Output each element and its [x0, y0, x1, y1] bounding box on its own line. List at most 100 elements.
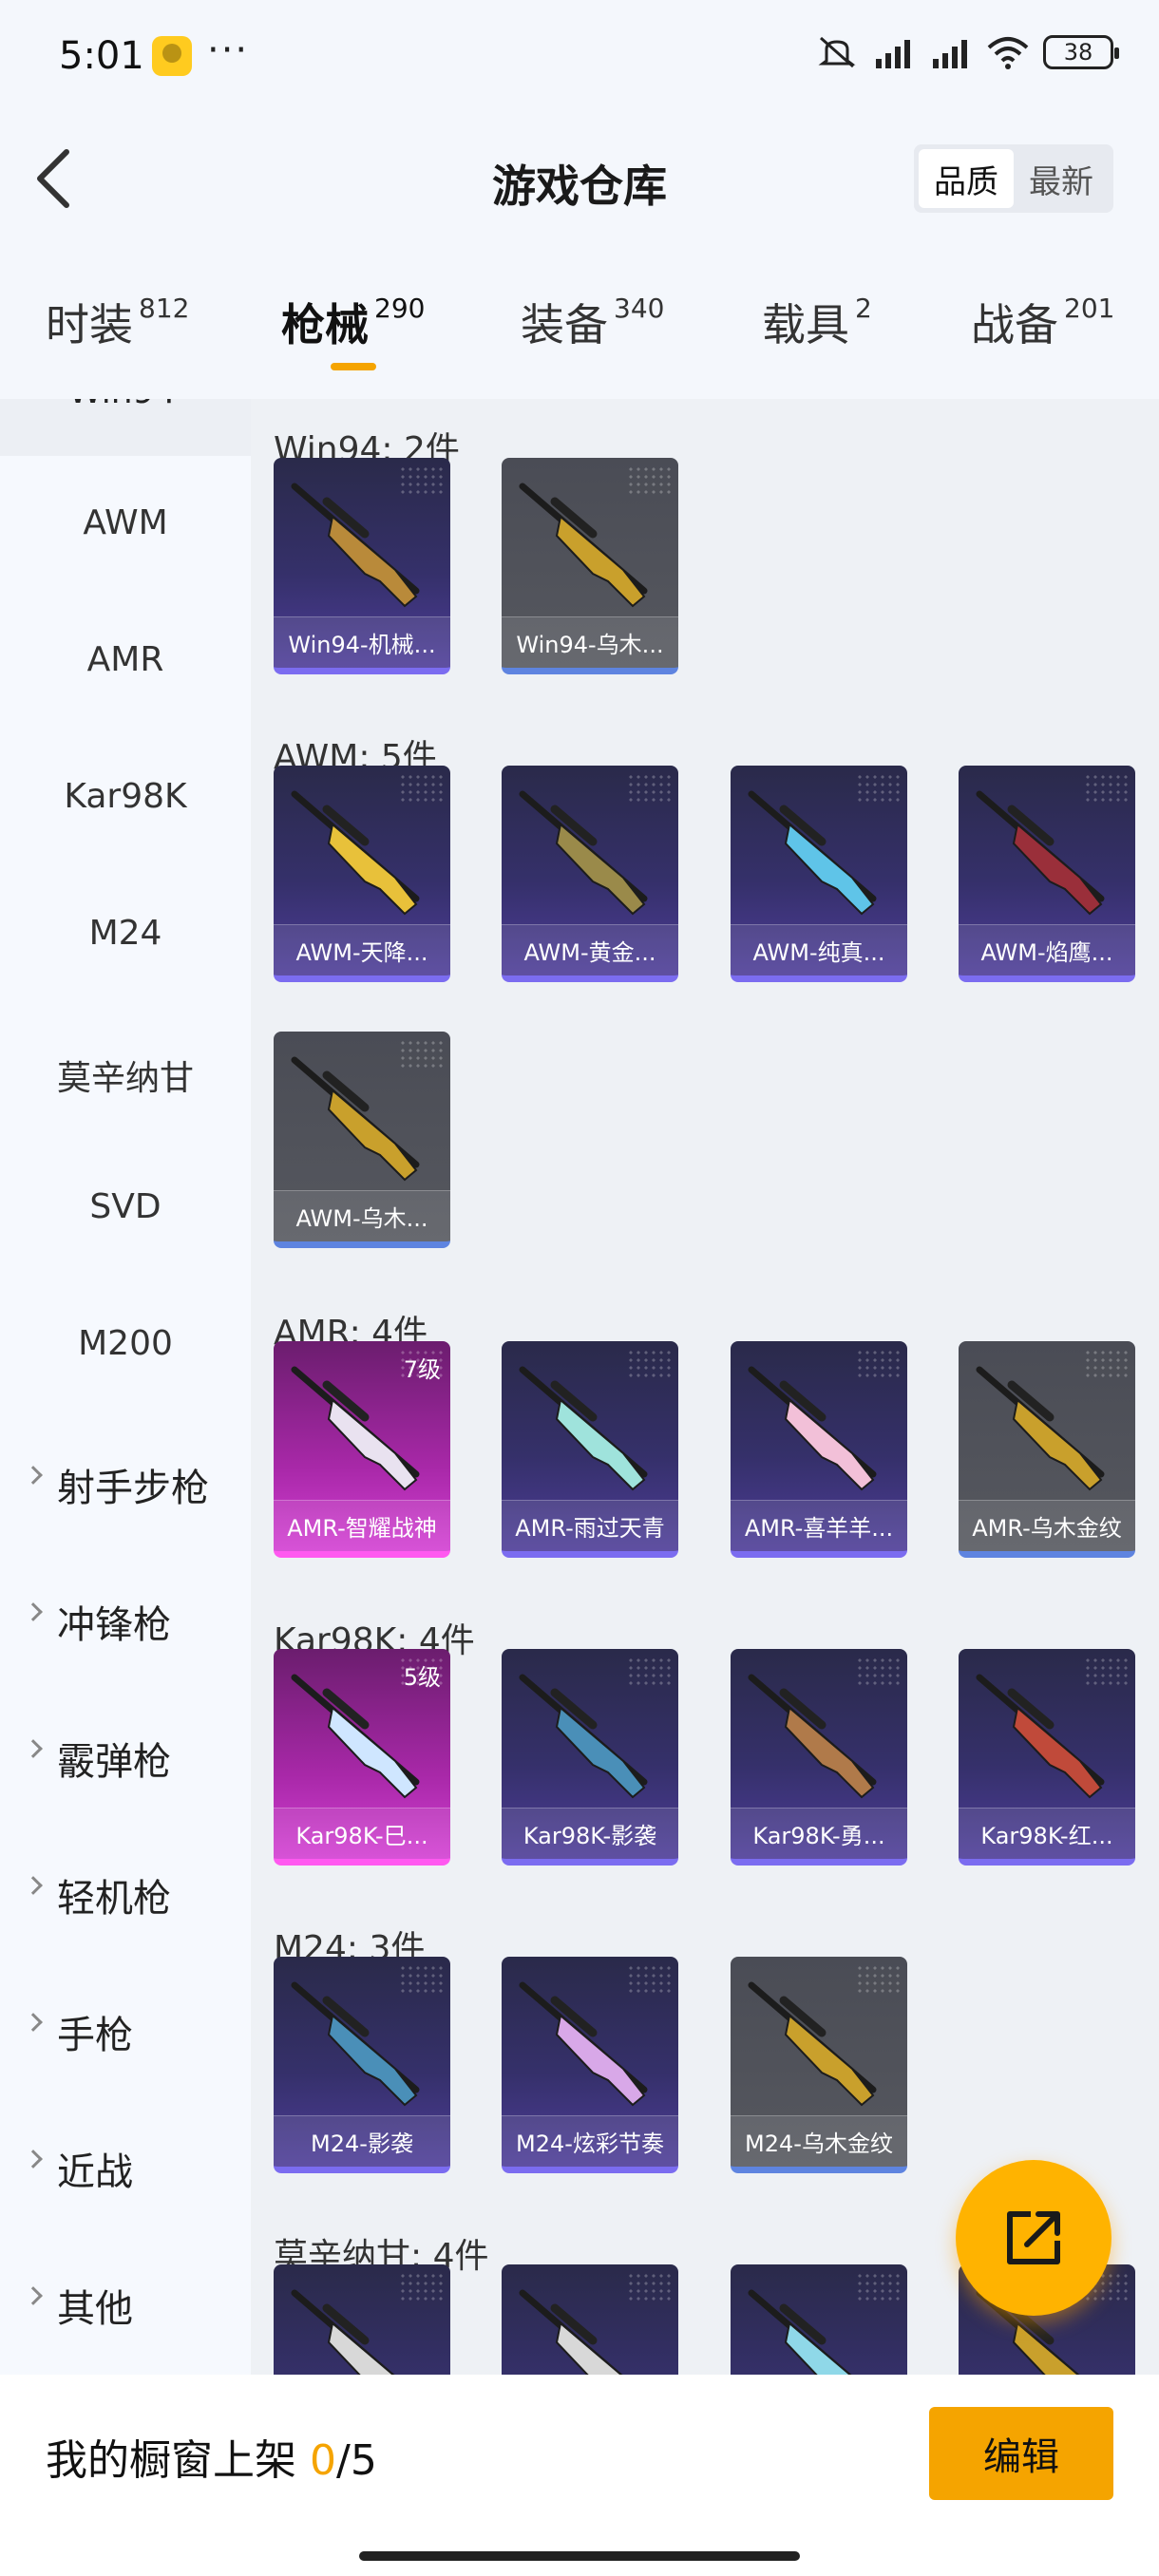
weapon-card[interactable]: AWM-焰鹰...: [959, 766, 1135, 982]
chevron-right-icon: [24, 1466, 43, 1485]
tab-guns[interactable]: 枪械 290: [281, 291, 425, 353]
weapon-card[interactable]: AMR-雨过天青: [502, 1341, 678, 1558]
rifle-icon: [291, 483, 420, 608]
sidebar-item-kar98k[interactable]: Kar98K: [0, 777, 251, 816]
weapon-card[interactable]: AMR-喜羊羊...: [731, 1341, 907, 1558]
weapon-name: AWM-纯真...: [731, 924, 907, 975]
weapon-card[interactable]: AWM-黄金...: [502, 766, 678, 982]
weapon-name: Kar98K-勇...: [731, 1808, 907, 1859]
tab-count: 812: [139, 293, 190, 324]
status-time: 5:01: [59, 34, 144, 78]
rifle-icon: [748, 2289, 852, 2375]
weapon-name: M24-影袭: [274, 2115, 450, 2167]
edit-button[interactable]: 编辑: [929, 2407, 1113, 2500]
weapon-list: Win94: 2件 Win94-机械... Win94-乌木... AWM: 5件 AW…: [251, 399, 1159, 2375]
sidebar-category-label: 冲锋枪: [57, 1603, 171, 1647]
tab-label: 战备: [971, 299, 1058, 350]
rifle-icon: [291, 1056, 420, 1182]
sidebar-category-label: 近战: [57, 2150, 133, 2194]
signal-icon-2: [933, 40, 967, 68]
sidebar-item-svd[interactable]: SVD: [0, 1187, 251, 1226]
showcase-label: 我的橱窗上架: [46, 2436, 296, 2485]
weapon-name: AWM-焰鹰...: [959, 924, 1135, 975]
weapon-card[interactable]: M24-炫彩节奏: [502, 1957, 678, 2173]
weapon-name: Win94-机械...: [274, 616, 450, 668]
tab-label: 时装: [46, 299, 133, 350]
sidebar-item-m24[interactable]: M24: [0, 914, 251, 953]
sidebar-item-m200[interactable]: M200: [0, 1324, 251, 1363]
category-tabs: 时装 812 枪械 290 装备 340 载具 2 战备 201: [0, 247, 1159, 399]
weapon-name: M24-乌木金纹: [731, 2115, 907, 2167]
weapon-name: AWM-乌木...: [274, 1190, 450, 1241]
rifle-icon: [291, 1981, 420, 2107]
tab-equipment[interactable]: 装备 340: [521, 291, 664, 353]
share-fab[interactable]: [956, 2160, 1112, 2316]
rifle-icon: [519, 790, 648, 916]
showcase-current-count: 0: [310, 2436, 336, 2485]
rifle-icon: [748, 1981, 877, 2107]
weapon-name: AMR-智耀战神: [274, 1500, 450, 1551]
weapon-card[interactable]: 7级 AMR-智耀战神: [274, 1341, 450, 1558]
sidebar-item-amr[interactable]: AMR: [0, 640, 251, 679]
sort-newest-button[interactable]: 最新: [1014, 149, 1109, 208]
active-tab-indicator: [331, 363, 376, 370]
rifle-icon: [748, 1366, 877, 1491]
sidebar-item-label: Win94: [68, 399, 176, 411]
weapon-card[interactable]: Kar98K-影袭: [502, 1649, 678, 1866]
weapon-card[interactable]: Win94-机械...: [274, 458, 450, 674]
home-indicator: [359, 2551, 800, 2561]
weapon-card[interactable]: AWM-纯真...: [731, 766, 907, 982]
status-bar: 5:01 ··· 38: [0, 0, 1159, 114]
weapon-card[interactable]: Win94-乌木...: [502, 458, 678, 674]
tab-supplies[interactable]: 战备 201: [971, 291, 1114, 353]
weapon-card[interactable]: AMR-乌木金纹: [959, 1341, 1135, 1558]
mute-icon: [818, 36, 856, 68]
weapon-name: M24-炫彩节奏: [502, 2115, 678, 2167]
header: 游戏仓库 品质 最新: [0, 114, 1159, 247]
rifle-icon: [519, 2289, 623, 2375]
sidebar-item-win94[interactable]: Win94: [0, 399, 251, 456]
chevron-right-icon: [24, 1739, 43, 1758]
weapon-card[interactable]: [731, 2264, 907, 2375]
sort-quality-button[interactable]: 品质: [919, 149, 1014, 208]
sidebar-item-mosin[interactable]: 莫辛纳甘: [0, 1051, 251, 1100]
battery-icon: 38: [1043, 35, 1119, 69]
weapon-name: Win94-乌木...: [502, 616, 678, 668]
app-notification-icon: [152, 36, 192, 76]
tab-fashion[interactable]: 时装 812: [46, 291, 189, 353]
weapon-card[interactable]: M24-乌木金纹: [731, 1957, 907, 2173]
rifle-icon: [519, 483, 648, 608]
tab-vehicles[interactable]: 载具 2: [762, 291, 872, 353]
weapon-name: Kar98K-巳...: [274, 1808, 450, 1859]
level-badge: 7级: [403, 1356, 441, 1383]
tab-label: 枪械: [281, 299, 369, 350]
weapon-card[interactable]: Kar98K-红...: [959, 1649, 1135, 1866]
wifi-icon: [987, 37, 1029, 69]
weapon-card[interactable]: [274, 2264, 450, 2375]
weapon-name: AMR-喜羊羊...: [731, 1500, 907, 1551]
tab-label: 装备: [521, 299, 608, 350]
rifle-icon: [748, 1674, 877, 1799]
weapon-card[interactable]: M24-影袭: [274, 1957, 450, 2173]
rifle-icon: [976, 1674, 1105, 1799]
sidebar: Win94 AWM AMR Kar98K M24 莫辛纳甘 SVD M200 射…: [0, 399, 251, 2375]
signal-icon: [876, 40, 910, 68]
rifle-icon: [748, 790, 877, 916]
weapon-card[interactable]: 5级 Kar98K-巳...: [274, 1649, 450, 1866]
rifle-icon: [291, 2289, 395, 2375]
tab-count: 201: [1064, 293, 1115, 324]
weapon-card[interactable]: AWM-乌木...: [274, 1032, 450, 1248]
weapon-card[interactable]: Kar98K-勇...: [731, 1649, 907, 1866]
weapon-card[interactable]: AWM-天降...: [274, 766, 450, 982]
tab-label: 载具: [762, 299, 849, 350]
sidebar-item-awm[interactable]: AWM: [0, 503, 251, 542]
rifle-icon: [976, 790, 1105, 916]
rifle-icon: [976, 1366, 1105, 1491]
bottom-bar: 我的橱窗上架 0/5 编辑: [0, 2375, 1159, 2576]
rifle-icon: [519, 1981, 648, 2107]
weapon-card[interactable]: [502, 2264, 678, 2375]
chevron-right-icon: [24, 2150, 43, 2169]
sidebar-category-label: 手枪: [57, 2014, 133, 2057]
share-external-icon: [1007, 2211, 1060, 2264]
sort-toggle: 品质 最新: [914, 144, 1113, 213]
